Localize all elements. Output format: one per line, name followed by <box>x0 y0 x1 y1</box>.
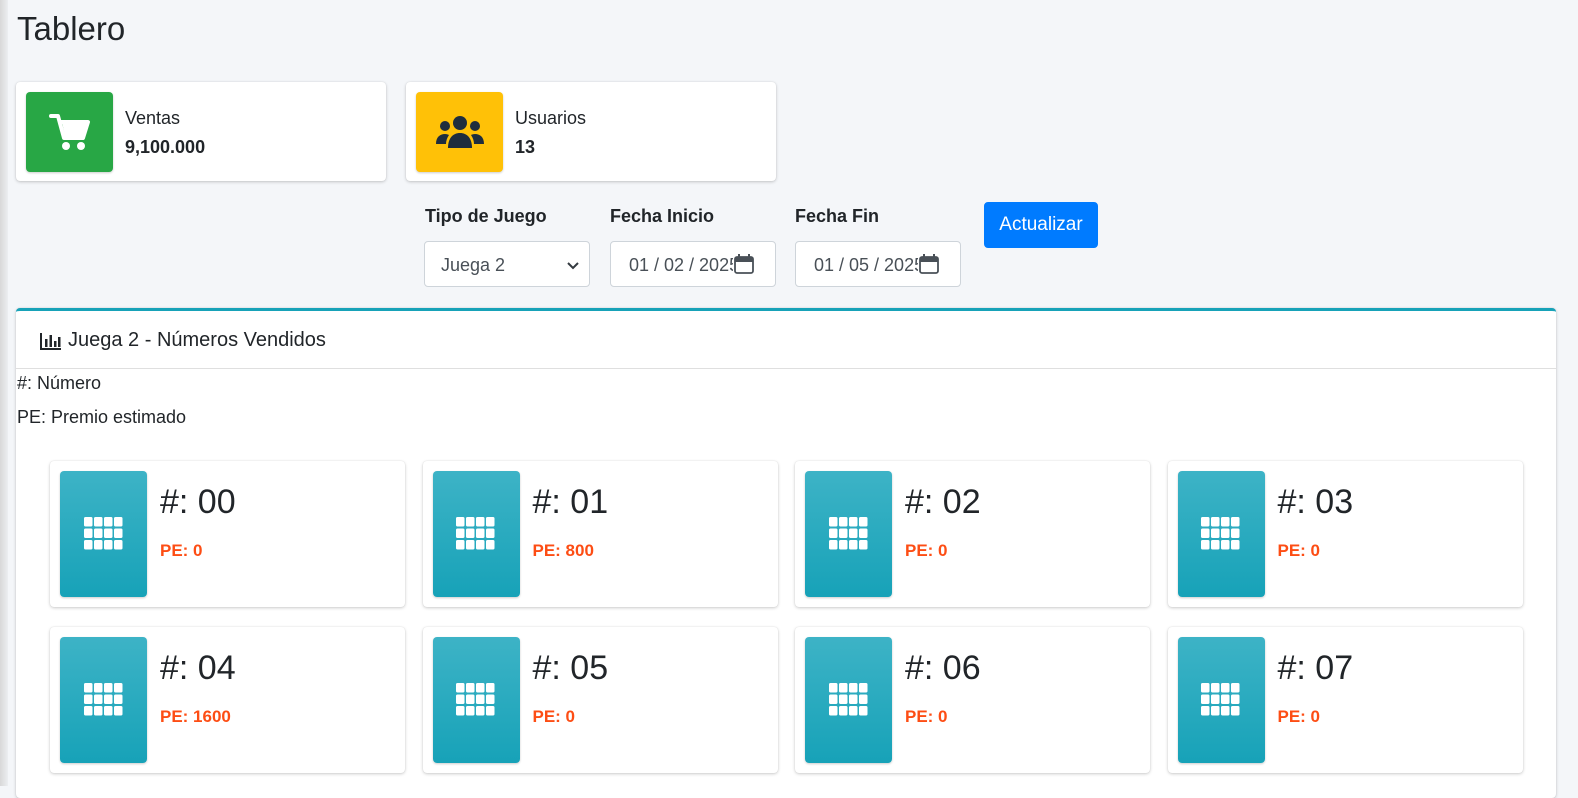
number-box: #: 01 PE: 800 <box>422 461 778 607</box>
window-edge <box>0 0 8 786</box>
legend-number: #: Número <box>17 373 102 393</box>
number-value: #: 02 <box>905 483 981 521</box>
estimated-prize: PE: 0 <box>532 707 576 726</box>
update-button[interactable]: Actualizar <box>984 202 1098 248</box>
users-label: Usuarios <box>515 108 587 128</box>
grid-icon <box>805 637 892 763</box>
numbers-sold-card: Juega 2 - Números Vendidos #: Número PE:… <box>16 308 1556 798</box>
grid-icon <box>432 637 520 763</box>
grid-icon <box>1177 471 1265 597</box>
estimated-prize: PE: 1600 <box>160 707 231 726</box>
legend-prize: PE: Premio estimado <box>17 407 187 427</box>
estimated-prize: PE: 0 <box>160 541 203 560</box>
end-date-label: Fecha Fin <box>795 206 880 226</box>
grid-icon <box>1177 637 1265 763</box>
number-value: #: 06 <box>905 649 981 687</box>
number-box: #: 05 PE: 0 <box>422 627 778 773</box>
estimated-prize: PE: 0 <box>1277 707 1321 726</box>
number-value: #: 07 <box>1277 649 1354 687</box>
users-icon <box>416 92 503 172</box>
grid-icon <box>60 471 147 597</box>
users-value: 13 <box>515 137 536 157</box>
game-type-select[interactable]: Juega 2 <box>424 241 590 287</box>
estimated-prize: PE: 0 <box>905 707 948 726</box>
estimated-prize: PE: 0 <box>1277 541 1321 560</box>
number-box: #: 04 PE: 1600 <box>50 627 405 773</box>
card-title: Juega 2 - Números Vendidos <box>40 329 326 352</box>
number-value: #: 00 <box>160 483 236 521</box>
card-header: Juega 2 - Números Vendidos <box>16 311 1556 369</box>
sales-info-box: Ventas 9,100.000 <box>16 82 386 181</box>
number-value: #: 01 <box>532 483 609 521</box>
end-date-input[interactable]: 01 / 05 / 2025 <box>795 241 961 287</box>
end-date-value: 01 / 05 / 2025 <box>814 255 918 275</box>
grid-icon <box>60 637 147 763</box>
number-box: #: 00 PE: 0 <box>50 461 405 607</box>
chevron-down-icon <box>566 256 580 277</box>
users-info-box: Usuarios 13 <box>406 82 776 181</box>
start-date-input[interactable]: 01 / 02 / 2025 <box>610 241 776 287</box>
card-title-text: Juega 2 - Números Vendidos <box>68 329 326 351</box>
number-box: #: 03 PE: 0 <box>1167 461 1523 607</box>
number-box: #: 02 PE: 0 <box>795 461 1150 607</box>
estimated-prize: PE: 800 <box>532 541 594 560</box>
number-box: #: 07 PE: 0 <box>1167 627 1523 773</box>
shopping-cart-icon <box>26 92 113 172</box>
grid-icon <box>805 471 892 597</box>
game-type-label: Tipo de Juego <box>425 206 547 226</box>
calendar-icon[interactable] <box>733 253 755 280</box>
game-type-value: Juega 2 <box>441 255 506 275</box>
estimated-prize: PE: 0 <box>905 541 948 560</box>
number-value: #: 04 <box>160 649 236 687</box>
start-date-value: 01 / 02 / 2025 <box>629 255 733 275</box>
number-value: #: 03 <box>1277 483 1354 521</box>
bar-chart-icon <box>40 332 62 350</box>
sales-value: 9,100.000 <box>125 137 206 157</box>
grid-icon <box>432 471 520 597</box>
sales-label: Ventas <box>125 108 181 128</box>
page-title: Tablero <box>17 10 126 47</box>
number-value: #: 05 <box>532 649 609 687</box>
number-box: #: 06 PE: 0 <box>795 627 1150 773</box>
start-date-label: Fecha Inicio <box>610 206 715 226</box>
calendar-icon[interactable] <box>918 253 940 280</box>
